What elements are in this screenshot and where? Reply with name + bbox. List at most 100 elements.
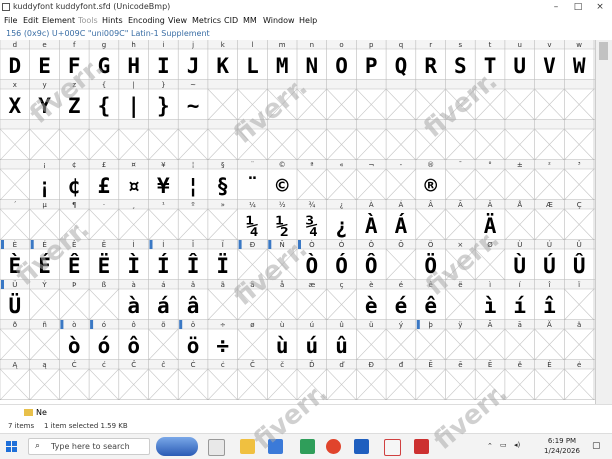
glyph-cell[interactable]: S [454, 54, 467, 78]
glyph-cell[interactable]: { [98, 94, 111, 118]
menu-element[interactable]: Element [42, 14, 75, 28]
glyph-cell[interactable]: Q [395, 54, 408, 78]
taskbar-search-box[interactable]: ⌕ Type here to search [28, 438, 150, 455]
menu-mm[interactable]: MM [243, 14, 257, 28]
menu-hints[interactable]: Hints [102, 14, 123, 28]
glyph-cell[interactable]: K [216, 54, 229, 78]
glyph-cell[interactable]: O [335, 54, 348, 78]
glyph-cell[interactable]: é [395, 294, 408, 318]
glyph-cell[interactable]: Ô [365, 253, 378, 278]
file-explorer-icon[interactable] [240, 439, 255, 454]
glyph-cell[interactable]: N [306, 54, 319, 78]
clock[interactable]: 6:19 PM 1/24/2026 [538, 436, 586, 456]
store-icon[interactable] [300, 439, 315, 454]
menu-view[interactable]: View [168, 14, 187, 28]
vertical-scrollbar[interactable] [595, 40, 612, 404]
menu-tools[interactable]: Tools [78, 14, 98, 28]
fontforge-icon[interactable] [384, 439, 401, 456]
glyph-cell[interactable]: ÷ [216, 334, 229, 358]
glyph-cell[interactable]: È [9, 253, 22, 278]
tray-chevron-icon[interactable]: ⌃ [487, 442, 493, 450]
glyph-cell[interactable]: á [157, 294, 170, 318]
glyph-cell[interactable]: ì [484, 294, 497, 318]
glyph-cell[interactable]: à [127, 294, 140, 318]
glyph-cell[interactable]: Ó [335, 253, 348, 278]
scrollbar-thumb[interactable] [599, 42, 608, 60]
menu-help[interactable]: Help [299, 14, 317, 28]
glyph-cell[interactable]: G [98, 54, 111, 78]
glyph-cell[interactable]: Ë [98, 253, 111, 278]
glyph-cell[interactable]: Û [573, 253, 586, 278]
notifications-icon[interactable]: ▢ [592, 441, 601, 451]
glyph-cell[interactable]: ½ [276, 214, 289, 238]
glyph-cell[interactable]: T [484, 54, 497, 78]
glyph-cell[interactable]: Z [68, 94, 81, 118]
menu-file[interactable]: File [4, 14, 17, 28]
menu-metrics[interactable]: Metrics [192, 14, 221, 28]
glyph-cell[interactable]: F [68, 54, 81, 78]
maximize-button[interactable]: □ [568, 0, 588, 14]
glyph-cell[interactable]: ¦ [187, 174, 200, 198]
glyph-cell[interactable]: V [543, 54, 556, 78]
glyph-cell[interactable]: û [335, 334, 348, 358]
menu-window[interactable]: Window [263, 14, 295, 28]
glyph-cell[interactable]: § [216, 174, 229, 198]
glyph-cell[interactable]: Ì [127, 253, 140, 278]
glyph-cell[interactable]: ¾ [306, 214, 319, 238]
glyph-cell[interactable]: É [38, 253, 51, 278]
glyph-cell[interactable]: ê [424, 294, 437, 318]
glyph-cell[interactable]: ~ [187, 94, 200, 118]
glyph-cell[interactable]: E [38, 54, 51, 78]
glyph-cell[interactable]: Ù [513, 253, 526, 278]
glyph-cell[interactable]: Ú [543, 253, 556, 278]
menu-cid[interactable]: CID [224, 14, 238, 28]
glyph-cell[interactable]: Y [38, 94, 51, 118]
glyph-cell[interactable]: Ê [68, 253, 81, 278]
glyph-cell[interactable]: ¢ [68, 174, 81, 198]
glyph-cell[interactable]: L [246, 54, 259, 78]
glyph-cell[interactable]: Ü [9, 293, 22, 318]
glyph-cell[interactable]: ò [68, 334, 81, 358]
glyph-cell[interactable]: ú [306, 334, 319, 358]
app-icon-red[interactable] [414, 439, 429, 454]
glyph-cell[interactable]: À [365, 213, 378, 238]
folder-item-name[interactable]: Ne [36, 405, 47, 421]
glyph-cell[interactable]: ô [127, 334, 140, 358]
glyph-cell[interactable]: ¤ [127, 174, 140, 198]
glyph-cell[interactable]: Ö [424, 253, 437, 278]
glyph-cell[interactable]: I [157, 54, 170, 78]
glyph-cell[interactable]: Í [157, 253, 170, 278]
opera-icon[interactable] [326, 439, 341, 454]
glyph-cell[interactable]: Ä [484, 213, 497, 238]
glyph-cell[interactable]: ö [187, 334, 200, 358]
glyph-cell[interactable]: í [513, 294, 526, 318]
glyph-cell[interactable]: J [187, 54, 200, 78]
glyph-cell[interactable]: ¨ [246, 174, 259, 198]
glyph-cell[interactable]: P [365, 54, 378, 78]
menu-encoding[interactable]: Encoding [128, 14, 165, 28]
photos-icon[interactable] [354, 439, 369, 454]
glyph-cell[interactable]: © [276, 174, 289, 198]
glyph-cell[interactable]: è [365, 294, 378, 318]
glyph-cell[interactable]: D [9, 54, 22, 78]
glyph-cell[interactable]: Á [395, 213, 408, 238]
network-icon[interactable]: ▭ [500, 441, 507, 449]
glyph-cell[interactable]: £ [98, 174, 111, 198]
glyph-cell[interactable]: ¡ [38, 174, 51, 198]
glyph-cell[interactable]: â [187, 294, 200, 318]
glyph-cell[interactable]: X [9, 94, 22, 118]
glyph-cell[interactable]: î [543, 294, 556, 318]
glyph-cell[interactable]: } [157, 94, 170, 118]
edge-browser-icon[interactable] [268, 439, 283, 454]
glyph-cell[interactable]: R [424, 54, 437, 78]
glyph-cell[interactable]: Î [187, 253, 200, 278]
glyph-cell[interactable]: ¥ [157, 174, 170, 198]
glyph-cell[interactable]: H [127, 54, 140, 78]
glyph-cell[interactable]: | [127, 94, 140, 119]
volume-icon[interactable]: ◂) [514, 441, 520, 449]
menu-edit[interactable]: Edit [23, 14, 39, 28]
close-button[interactable]: × [590, 0, 610, 14]
minimize-button[interactable]: – [546, 0, 566, 14]
glyph-cell[interactable]: U [513, 54, 526, 78]
glyph-cell[interactable]: Ò [306, 253, 319, 278]
